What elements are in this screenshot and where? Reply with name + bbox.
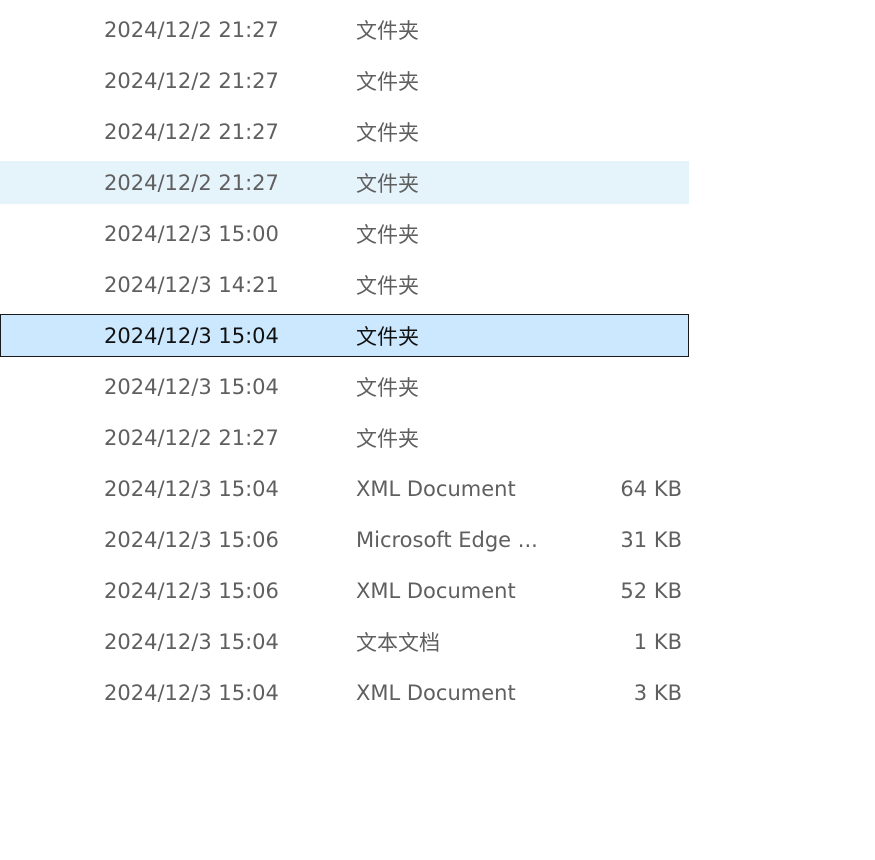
file-size: 1 KB xyxy=(633,629,682,654)
file-size: 52 KB xyxy=(620,578,682,603)
file-row[interactable]: 2024/12/3 15:04 文件夹 xyxy=(0,361,689,412)
file-size xyxy=(572,55,682,106)
file-row-selected[interactable]: 2024/12/3 15:04 文件夹 xyxy=(0,314,689,357)
file-row[interactable]: 2024/12/2 21:27 文件夹 xyxy=(0,4,689,55)
file-row[interactable]: 2024/12/3 15:06 XML Document 52 KB xyxy=(0,565,689,616)
date-modified: 2024/12/2 21:27 xyxy=(104,425,279,450)
file-size xyxy=(572,361,682,412)
file-size: 31 KB xyxy=(620,527,682,552)
file-row[interactable]: 2024/12/2 21:27 文件夹 xyxy=(0,106,689,157)
date-modified: 2024/12/3 15:06 xyxy=(104,527,279,552)
date-modified: 2024/12/3 15:04 xyxy=(104,374,279,399)
file-type: 文件夹 xyxy=(356,69,419,94)
date-modified: 2024/12/2 21:27 xyxy=(104,17,279,42)
file-row[interactable]: 2024/12/3 15:04 文本文档 1 KB xyxy=(0,616,689,667)
file-type: XML Document xyxy=(356,476,516,501)
file-type: 文件夹 xyxy=(356,324,419,349)
date-modified: 2024/12/2 21:27 xyxy=(104,68,279,93)
file-row-hovered[interactable]: 2024/12/2 21:27 文件夹 xyxy=(0,161,689,204)
file-type: Microsoft Edge ... xyxy=(356,527,536,552)
file-type: 文件夹 xyxy=(356,375,419,400)
file-row[interactable]: 2024/12/3 15:06 Microsoft Edge ... 31 KB xyxy=(0,514,689,565)
file-size xyxy=(572,106,682,157)
file-type: 文件夹 xyxy=(356,222,419,247)
date-modified: 2024/12/2 21:27 xyxy=(104,170,279,195)
date-modified: 2024/12/3 15:06 xyxy=(104,578,279,603)
file-type: 文件夹 xyxy=(356,273,419,298)
date-modified: 2024/12/3 14:21 xyxy=(104,272,279,297)
file-size xyxy=(572,208,682,259)
file-size xyxy=(572,4,682,55)
file-size xyxy=(571,315,681,356)
file-row[interactable]: 2024/12/3 15:04 XML Document 3 KB xyxy=(0,667,689,718)
file-row[interactable]: 2024/12/3 15:04 XML Document 64 KB xyxy=(0,463,689,514)
file-size: 64 KB xyxy=(620,476,682,501)
date-modified: 2024/12/2 21:27 xyxy=(104,119,279,144)
file-type: 文件夹 xyxy=(356,18,419,43)
file-size xyxy=(572,412,682,463)
file-row[interactable]: 2024/12/2 21:27 文件夹 xyxy=(0,412,689,463)
file-size xyxy=(572,161,682,204)
file-row[interactable]: 2024/12/2 21:27 文件夹 xyxy=(0,55,689,106)
file-type: 文件夹 xyxy=(356,171,419,196)
date-modified: 2024/12/3 15:04 xyxy=(104,323,279,348)
file-type: 文件夹 xyxy=(356,120,419,145)
date-modified: 2024/12/3 15:04 xyxy=(104,476,279,501)
file-row[interactable]: 2024/12/3 15:00 文件夹 xyxy=(0,208,689,259)
date-modified: 2024/12/3 15:00 xyxy=(104,221,279,246)
file-list: 2024/12/2 21:27 文件夹 2024/12/2 21:27 文件夹 … xyxy=(0,4,689,718)
file-type: XML Document xyxy=(356,680,516,705)
file-size xyxy=(572,259,682,310)
date-modified: 2024/12/3 15:04 xyxy=(104,680,279,705)
file-type: 文本文档 xyxy=(356,630,440,655)
date-modified: 2024/12/3 15:04 xyxy=(104,629,279,654)
file-row[interactable]: 2024/12/3 14:21 文件夹 xyxy=(0,259,689,310)
file-type: 文件夹 xyxy=(356,426,419,451)
file-type: XML Document xyxy=(356,578,516,603)
file-size: 3 KB xyxy=(633,680,682,705)
